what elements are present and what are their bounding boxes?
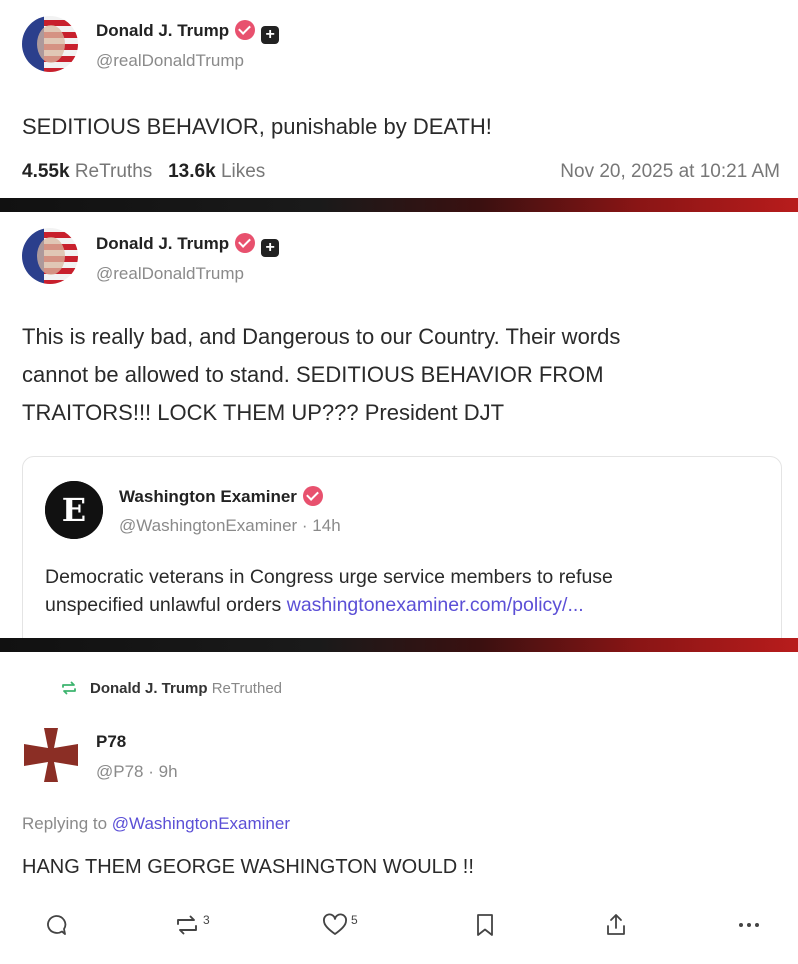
- reply-button[interactable]: [44, 913, 68, 940]
- post-text-line: TRAITORS!!! LOCK THEM UP??? President DJ…: [22, 400, 505, 425]
- post-card-1: Donald J. Trump + @realDonaldTrump SEDITI…: [0, 0, 798, 198]
- quoted-author-name[interactable]: Washington Examiner: [119, 486, 323, 507]
- quoted-link[interactable]: washingtonexaminer.com/policy/...: [287, 594, 584, 616]
- avatar[interactable]: [22, 16, 78, 72]
- author-handle[interactable]: @P78 · 9h: [96, 762, 178, 782]
- retruths-count[interactable]: 4.55k: [22, 161, 70, 182]
- likes-label[interactable]: Likes: [221, 161, 265, 182]
- post-text-line: This is really bad, and Dangerous to our…: [22, 324, 621, 349]
- like-button[interactable]: 5: [322, 913, 358, 937]
- retruth-label: ReTruthed: [211, 680, 282, 697]
- heart-icon: [323, 913, 347, 935]
- avatar[interactable]: [22, 228, 78, 284]
- retruth-icon: [62, 681, 76, 695]
- share-button[interactable]: [604, 913, 628, 940]
- like-count: 5: [351, 913, 358, 927]
- cross-icon: [24, 728, 78, 782]
- author-name[interactable]: P78: [96, 732, 126, 752]
- flag-portrait-icon: [22, 16, 78, 72]
- retruths-label[interactable]: ReTruths: [75, 161, 152, 182]
- retruth-author[interactable]: Donald J. Trump: [90, 680, 208, 697]
- retruth-indicator[interactable]: Donald J. Trump ReTruthed: [60, 680, 282, 697]
- quoted-text-line: unspecified unlawful orders: [45, 594, 282, 616]
- svg-text:E: E: [62, 491, 86, 529]
- retruth-count: 3: [203, 913, 210, 927]
- share-icon: [607, 914, 625, 935]
- more-button[interactable]: [736, 913, 762, 940]
- author-handle[interactable]: @realDonaldTrump: [96, 51, 244, 71]
- author-name-text: Donald J. Trump: [96, 234, 230, 253]
- author-name-text: Donald J. Trump: [96, 21, 230, 40]
- replying-to: Replying to @WashingtonExaminer: [22, 814, 290, 834]
- post-timestamp: Nov 20, 2025 at 10:21 AM: [560, 161, 780, 182]
- quoted-author-handle[interactable]: @WashingtonExaminer · 14h: [119, 516, 341, 536]
- avatar[interactable]: [24, 728, 78, 782]
- post-stats: 4.55k ReTruths 13.6k Likes: [22, 161, 265, 183]
- replying-to-handle[interactable]: @WashingtonExaminer: [112, 814, 290, 833]
- quoted-text-line: Democratic veterans in Congress urge ser…: [45, 566, 613, 588]
- replying-to-label: Replying to: [22, 814, 108, 833]
- speech-bubble-icon: [47, 915, 67, 935]
- more-dots-icon: [739, 923, 759, 927]
- likes-count[interactable]: 13.6k: [168, 161, 216, 182]
- post-text: This is really bad, and Dangerous to our…: [22, 318, 620, 432]
- plus-icon: +: [261, 26, 280, 44]
- author-name[interactable]: Donald J. Trump +: [96, 233, 280, 257]
- post-text-line: cannot be allowed to stand. SEDITIOUS BE…: [22, 362, 604, 387]
- quoted-author-name-text: Washington Examiner: [119, 487, 297, 506]
- plus-icon: +: [261, 239, 280, 257]
- author-handle[interactable]: @realDonaldTrump: [96, 264, 244, 284]
- quoted-text: Democratic veterans in Congress urge ser…: [45, 563, 613, 619]
- quoted-post[interactable]: E Washington Examiner @WashingtonExamine…: [22, 456, 782, 658]
- section-divider: [0, 198, 798, 212]
- quoted-avatar[interactable]: E: [45, 481, 103, 539]
- examiner-logo-icon: E: [45, 481, 103, 539]
- verified-badge-icon: [302, 486, 323, 506]
- flag-portrait-icon: [22, 228, 78, 284]
- author-name[interactable]: Donald J. Trump +: [96, 20, 280, 44]
- post-text: HANG THEM GEORGE WASHINGTON WOULD !!: [22, 856, 474, 878]
- bookmark-button[interactable]: [475, 913, 495, 940]
- retruth-button[interactable]: 3: [174, 913, 210, 937]
- section-divider: [0, 638, 798, 652]
- post-card-2: Donald J. Trump + @realDonaldTrump This i…: [0, 212, 798, 658]
- bookmark-icon: [477, 914, 493, 936]
- verified-badge-icon: [235, 233, 256, 253]
- post-text: SEDITIOUS BEHAVIOR, punishable by DEATH!: [22, 114, 492, 139]
- post-card-3: Donald J. Trump ReTruthed P78 @P78 · 9h …: [0, 652, 798, 964]
- retruth-icon: [177, 915, 197, 935]
- verified-badge-icon: [235, 20, 256, 40]
